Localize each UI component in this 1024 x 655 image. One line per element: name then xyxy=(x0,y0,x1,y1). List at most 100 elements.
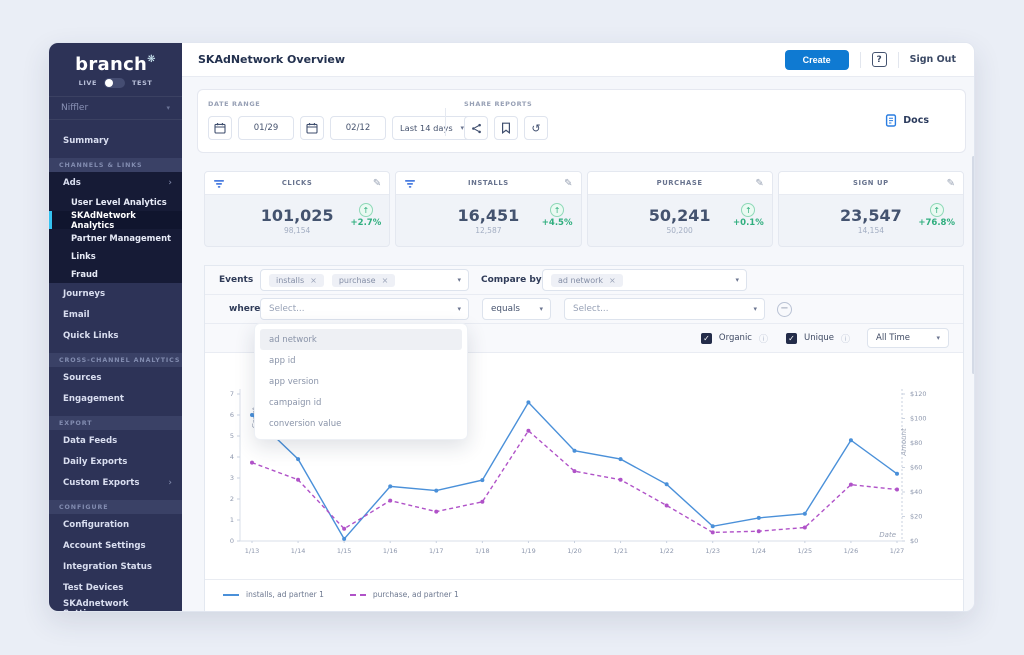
info-icon: ⓘ xyxy=(841,332,850,345)
metric-previous-value: 50,200 xyxy=(667,226,693,235)
sidebar-item-daily-exports[interactable]: Daily Exports xyxy=(49,451,182,472)
svg-text:1/15: 1/15 xyxy=(337,547,352,555)
sidebar-item-label: Engagement xyxy=(63,394,124,404)
page-title: SKAdNetwork Overview xyxy=(198,53,345,66)
scrollbar[interactable] xyxy=(972,156,975,374)
help-button[interactable]: ? xyxy=(872,52,887,67)
where-field-select[interactable]: Select... ▾ xyxy=(260,298,469,320)
content-area: DATE RANGE Last 14 days ▾ xyxy=(182,77,975,612)
edit-pencil-icon[interactable]: ✎ xyxy=(947,178,955,189)
sidebar-item-data-feeds[interactable]: Data Feeds xyxy=(49,430,182,451)
where-value-select[interactable]: Select... ▾ xyxy=(564,298,765,320)
calendar-icon[interactable] xyxy=(300,116,324,140)
metric-change-percent: +2.7% xyxy=(351,218,382,228)
sidebar-item-sources[interactable]: Sources xyxy=(49,367,182,388)
svg-text:1: 1 xyxy=(230,516,234,524)
sidebar-item-partner-management[interactable]: Partner Management xyxy=(49,229,182,247)
history-icon[interactable]: ↺ xyxy=(524,116,548,140)
start-date-input[interactable] xyxy=(238,116,294,140)
sidebar-item-integration-status[interactable]: Integration Status xyxy=(49,556,182,577)
svg-text:1/27: 1/27 xyxy=(890,547,905,555)
sidebar-item-fraud[interactable]: Fraud xyxy=(49,265,182,283)
chevron-down-icon: ▾ xyxy=(457,276,461,284)
metric-card-installs: INSTALLS✎16,45112,587↑+4.5% xyxy=(395,171,581,247)
metric-card-body: 23,54714,154↑+76.8% xyxy=(779,195,963,247)
date-toolbar-card: DATE RANGE Last 14 days ▾ xyxy=(197,89,966,153)
edit-pencil-icon[interactable]: ✎ xyxy=(564,178,572,189)
organic-checkbox[interactable]: ✓ xyxy=(701,333,712,344)
time-range-select[interactable]: All Time ▾ xyxy=(867,328,949,348)
chevron-right-icon: › xyxy=(168,178,172,188)
dropdown-option-ad-network[interactable]: ad network xyxy=(260,329,462,350)
topbar: SKAdNetwork Overview Create ? Sign Out xyxy=(182,43,975,77)
sidebar-item-ads[interactable]: Ads› xyxy=(49,172,182,193)
sign-out-button[interactable]: Sign Out xyxy=(910,54,956,65)
event-chips: installs×purchase× xyxy=(269,274,395,287)
legend-item-installs-ad-partner-1[interactable]: installs, ad partner 1 xyxy=(223,590,324,599)
metric-label: SIGN UP xyxy=(779,179,963,187)
dropdown-option-app-id[interactable]: app id xyxy=(260,350,462,371)
sidebar-item-summary[interactable]: Summary xyxy=(49,130,182,151)
metric-change-percent: +76.8% xyxy=(918,218,955,228)
filter-funnel-icon[interactable] xyxy=(213,174,225,193)
chip-remove-icon[interactable]: × xyxy=(382,276,389,285)
docs-link[interactable]: Docs xyxy=(885,114,929,127)
metric-card-header: INSTALLS✎ xyxy=(396,172,580,195)
create-button[interactable]: Create xyxy=(785,50,849,70)
filter-funnel-icon[interactable] xyxy=(404,174,416,193)
events-multiselect[interactable]: installs×purchase× ▾ xyxy=(260,269,469,291)
svg-text:$20: $20 xyxy=(910,513,922,521)
sidebar-item-user-level-analytics[interactable]: User Level Analytics xyxy=(49,193,182,211)
sidebar-item-quick-links[interactable]: Quick Links xyxy=(49,325,182,346)
sidebar-item-custom-exports[interactable]: Custom Exports› xyxy=(49,472,182,493)
sidebar-section-channels-links: CHANNELS & LINKS xyxy=(49,158,182,172)
sidebar-item-label: Data Feeds xyxy=(63,436,117,446)
end-date-input[interactable] xyxy=(330,116,386,140)
chip-label: ad network xyxy=(558,276,603,285)
sidebar-item-skadnetwork-settings[interactable]: SKAdnetwork Settings xyxy=(49,598,182,612)
workspace-selector[interactable]: Niffler ▾ xyxy=(49,96,182,120)
dropdown-option-app-version[interactable]: app version xyxy=(260,371,462,392)
operator-select[interactable]: equals ▾ xyxy=(482,298,551,320)
chevron-down-icon: ▾ xyxy=(753,305,757,313)
metric-change: ↑+0.1% xyxy=(733,203,764,228)
svg-text:1/16: 1/16 xyxy=(383,547,398,555)
svg-text:1/23: 1/23 xyxy=(705,547,720,555)
sidebar-item-skadnetwork-analytics[interactable]: SKAdNetwork Analytics xyxy=(49,211,182,229)
chip-remove-icon[interactable]: × xyxy=(609,276,616,285)
sidebar-item-journeys[interactable]: Journeys xyxy=(49,283,182,304)
sidebar-item-label: Integration Status xyxy=(63,562,152,572)
branch-tree-icon: ❋ xyxy=(147,54,156,65)
divider xyxy=(860,52,861,68)
compare-by-multiselect[interactable]: ad network× ▾ xyxy=(542,269,747,291)
edit-pencil-icon[interactable]: ✎ xyxy=(755,178,763,189)
sidebar-item-email[interactable]: Email xyxy=(49,304,182,325)
metric-value: 23,547 xyxy=(840,207,902,225)
legend-item-purchase-ad-partner-1[interactable]: purchase, ad partner 1 xyxy=(350,590,459,599)
sidebar-item-label: Test Devices xyxy=(63,583,123,593)
chip-remove-icon[interactable]: × xyxy=(310,276,317,285)
dropdown-option-campaign-id[interactable]: campaign id xyxy=(260,392,462,413)
remove-filter-button[interactable]: − xyxy=(777,302,792,317)
share-icon[interactable] xyxy=(464,116,488,140)
svg-text:1/21: 1/21 xyxy=(613,547,628,555)
sidebar-item-configuration[interactable]: Configuration xyxy=(49,514,182,535)
calendar-icon[interactable] xyxy=(208,116,232,140)
where-value-placeholder: Select... xyxy=(573,304,609,314)
edit-pencil-icon[interactable]: ✎ xyxy=(373,178,381,189)
sidebar-item-engagement[interactable]: Engagement xyxy=(49,388,182,409)
sidebar-item-links[interactable]: Links xyxy=(49,247,182,265)
live-test-toggle[interactable] xyxy=(104,78,125,88)
svg-text:6: 6 xyxy=(230,411,234,419)
metric-change: ↑+4.5% xyxy=(542,203,573,228)
bookmark-icon[interactable] xyxy=(494,116,518,140)
legend-label: installs, ad partner 1 xyxy=(246,590,324,599)
date-preset-select[interactable]: Last 14 days ▾ xyxy=(392,116,472,140)
compare-chips: ad network × xyxy=(551,274,623,287)
sidebar-item-account-settings[interactable]: Account Settings xyxy=(49,535,182,556)
unique-checkbox[interactable]: ✓ xyxy=(786,333,797,344)
svg-text:Date: Date xyxy=(879,531,896,539)
sidebar-item-label: Links xyxy=(71,251,96,261)
sidebar-item-test-devices[interactable]: Test Devices xyxy=(49,577,182,598)
dropdown-option-conversion-value[interactable]: conversion value xyxy=(260,413,462,434)
